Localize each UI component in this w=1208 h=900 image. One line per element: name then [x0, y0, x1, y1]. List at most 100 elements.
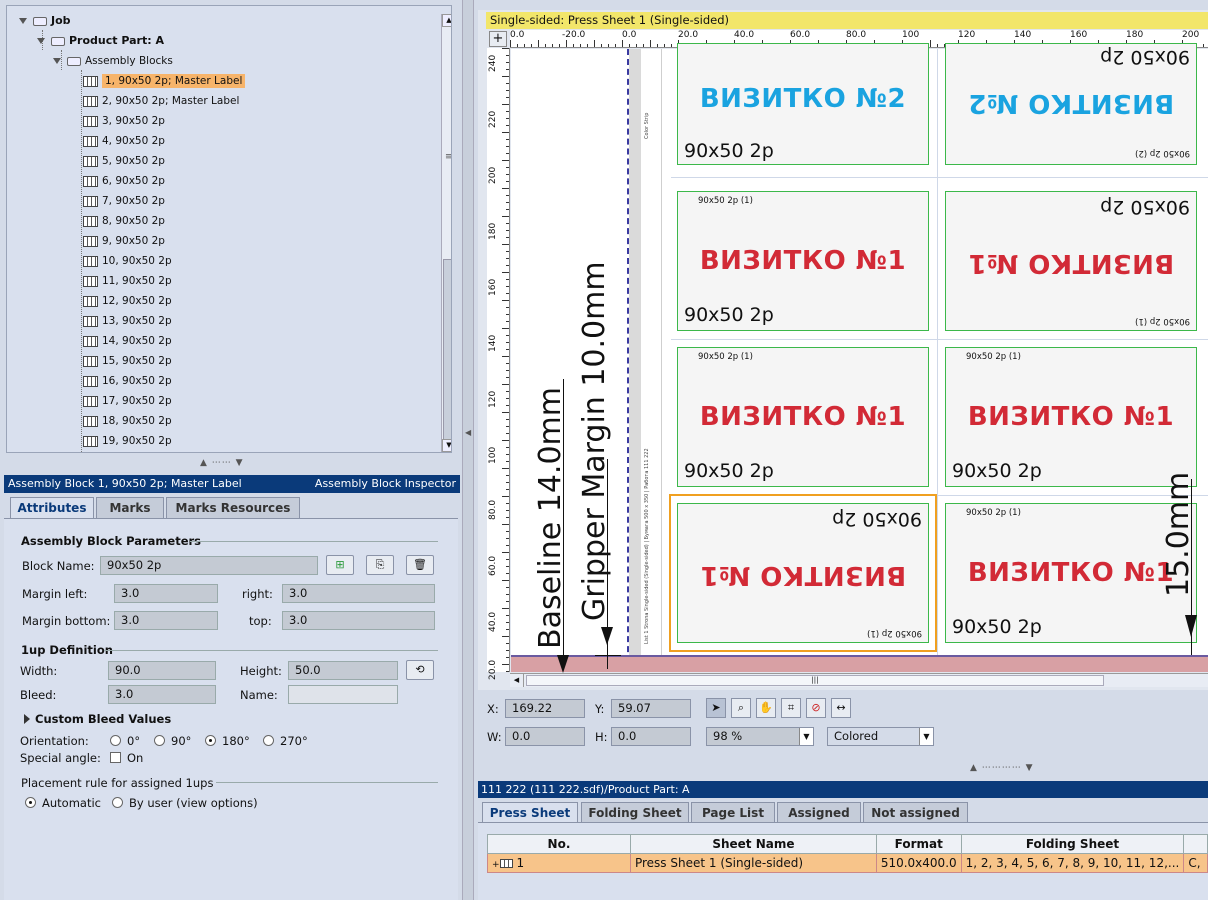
placement-automatic-radio[interactable] [25, 797, 36, 808]
ruler-tick-label: 140 [1014, 30, 1032, 40]
orientation-90-radio[interactable] [154, 735, 165, 746]
w-field[interactable]: 0.0 [505, 727, 585, 746]
tab-marks[interactable]: Marks [96, 497, 164, 518]
tab-folding-sheet[interactable]: Folding Sheet [581, 802, 689, 823]
tree-item-assembly-block[interactable]: 19, 90x50 2p [83, 432, 172, 450]
tab-page-list[interactable]: Page List [691, 802, 775, 823]
tree-item-assembly-block[interactable]: 12, 90x50 2p [83, 292, 172, 310]
tree-item-assembly-block[interactable]: 6, 90x50 2p [83, 172, 165, 190]
imposed-card[interactable]: 90x50 2p (1) ВИЗИТКО №1 90x50 2p [677, 191, 929, 331]
ruler-tick [506, 601, 509, 602]
column-header[interactable]: No. [487, 834, 631, 854]
view-mode-select[interactable]: Colored ▼ [827, 727, 934, 746]
imposed-card-selected[interactable]: 90x50 2p (1) ВИЗИТКО №1 90x50 2p [677, 503, 929, 643]
margin-bottom-field[interactable]: 3.0 [114, 611, 218, 630]
tree-item-assembly-block[interactable]: 3, 90x50 2p [83, 112, 165, 130]
imposed-card[interactable]: 90x50 2p (1) ВИЗИТКО №1 90x50 2p [945, 503, 1197, 643]
expand-arrow-icon[interactable] [19, 18, 27, 24]
orientation-270-radio[interactable] [263, 735, 274, 746]
height-field[interactable]: 50.0 [288, 661, 398, 680]
vertical-splitter[interactable] [462, 0, 474, 900]
bleed-field[interactable]: 3.0 [108, 685, 216, 704]
special-angle-checkbox[interactable] [110, 752, 121, 763]
tree-item-assembly-block[interactable]: 4, 90x50 2p [83, 132, 165, 150]
placement-user-radio[interactable] [112, 797, 123, 808]
zoom-icon[interactable]: ⌕ [731, 698, 751, 718]
tree-item-assembly-block[interactable]: 11, 90x50 2p [83, 272, 172, 290]
scroll-thumb[interactable] [443, 259, 451, 444]
imposed-card[interactable]: 90x50 2p (1) ВИЗИТКО №1 90x50 2p [945, 191, 1197, 331]
canvas-hscrollbar[interactable]: ◀ ||| [510, 673, 1208, 687]
name-field[interactable] [288, 685, 398, 704]
tab-marks-resources[interactable]: Marks Resources [166, 497, 300, 518]
tree-item-assembly-block[interactable]: 10, 90x50 2p [83, 252, 172, 270]
table-row[interactable]: +1 Press Sheet 1 (Single-sided) 510.0x40… [487, 853, 1208, 873]
custom-bleed-toggle[interactable]: Custom Bleed Values [35, 712, 171, 726]
column-header[interactable]: Sheet Name [629, 834, 877, 854]
imposed-card[interactable]: 90x50 2p (1) ВИЗИТКО №1 90x50 2p [945, 347, 1197, 487]
tab-press-sheet[interactable]: Press Sheet [482, 802, 578, 823]
tree-item-assembly-block[interactable]: 16, 90x50 2p [83, 372, 172, 390]
orientation-0-radio[interactable] [110, 735, 121, 746]
orientation-180-radio[interactable] [205, 735, 216, 746]
margin-right-field[interactable]: 3.0 [282, 584, 435, 603]
tree-item-assembly-block[interactable]: 18, 90x50 2p [83, 412, 172, 430]
expand-arrow-icon[interactable] [37, 38, 45, 44]
tree-node-product-part[interactable]: Product Part: A [37, 32, 164, 50]
expand-arrow-icon[interactable] [24, 714, 30, 724]
crop-icon[interactable]: ⌗ [781, 698, 801, 718]
x-field[interactable]: 169.22 [505, 699, 585, 718]
h-field[interactable]: 0.0 [611, 727, 691, 746]
chevron-down-icon[interactable]: ▼ [799, 728, 813, 745]
add-block-icon[interactable]: ⊞ [326, 555, 354, 575]
tab-assigned[interactable]: Assigned [777, 802, 861, 823]
hand-icon[interactable]: ✋ [756, 698, 776, 718]
tree-scrollbar[interactable]: ▲ ≡ ▼ [441, 14, 451, 452]
y-field[interactable]: 59.07 [611, 699, 691, 718]
press-sheet-canvas[interactable]: Baseline 14.0mm Gripper Margin 10.0mm Co… [511, 43, 1208, 673]
scroll-left-icon[interactable]: ◀ [510, 674, 524, 687]
margin-left-field[interactable]: 3.0 [114, 584, 218, 603]
tree-node-assembly-blocks[interactable]: Assembly Blocks [53, 52, 173, 70]
column-header[interactable]: Format [875, 834, 962, 854]
swap-dimensions-icon[interactable]: ⟲ [406, 660, 434, 680]
imposed-card[interactable]: ВИЗИТКО №2 90x50 2p [677, 43, 929, 165]
tab-attributes[interactable]: Attributes [10, 497, 94, 518]
tree-item-assembly-block[interactable]: 2, 90x50 2p; Master Label [83, 92, 239, 110]
tab-not-assigned[interactable]: Not assigned [863, 802, 968, 823]
tree-item-assembly-block[interactable]: 14, 90x50 2p [83, 332, 172, 350]
tree-item-assembly-block[interactable]: 9, 90x50 2p [83, 232, 165, 250]
open-folder-icon[interactable]: ⎘ [366, 555, 394, 575]
no-move-icon[interactable]: ⊘ [806, 698, 826, 718]
tree-item-assembly-block[interactable]: 7, 90x50 2p [83, 192, 165, 210]
expand-arrow-icon[interactable] [53, 58, 61, 64]
column-header[interactable]: Folding Sheet [960, 834, 1185, 854]
select-arrow-icon[interactable]: ➤ [706, 698, 726, 718]
chevron-down-icon[interactable]: ▼ [919, 728, 933, 745]
ruler-tick [615, 44, 616, 47]
tree-item-assembly-block[interactable]: 1, 90x50 2p; Master Label [83, 72, 246, 90]
column-header[interactable] [1183, 834, 1208, 854]
tree-item-assembly-block[interactable]: 17, 90x50 2p [83, 392, 172, 410]
margin-top-field[interactable]: 3.0 [282, 611, 435, 630]
tree-item-assembly-block[interactable]: 13, 90x50 2p [83, 312, 172, 330]
splitter-handle[interactable]: ▲ ⋯⋯⋯⋯ ▼ [970, 763, 1034, 773]
imposed-card[interactable]: 90x50 2p (1) ВИЗИТКО №1 90x50 2p [677, 347, 929, 487]
tree-item-assembly-block[interactable]: 5, 90x50 2p [83, 152, 165, 170]
tree-node-job[interactable]: Job [19, 12, 71, 30]
scroll-down-icon[interactable]: ▼ [442, 439, 451, 452]
imposed-card[interactable]: ВИЗИТКО №2 90x50 2p 90x50 2p (2) [945, 43, 1197, 165]
splitter-handle[interactable]: ▲ ⋯⋯ ▼ [200, 458, 244, 468]
trash-icon[interactable]: 🗑 [406, 555, 434, 575]
scroll-thumb[interactable]: ||| [526, 675, 1104, 686]
expand-plus-icon[interactable]: + [492, 860, 500, 870]
ruler-origin-icon[interactable]: + [489, 31, 507, 47]
block-name-field[interactable]: 90x50 2p [100, 556, 318, 575]
scroll-up-icon[interactable]: ▲ [442, 14, 451, 27]
fit-width-icon[interactable]: ↔ [831, 698, 851, 718]
collapse-left-icon[interactable]: ◀ [465, 428, 471, 437]
tree-item-assembly-block[interactable]: 15, 90x50 2p [83, 352, 172, 370]
width-field[interactable]: 90.0 [108, 661, 216, 680]
zoom-select[interactable]: 98 % ▼ [706, 727, 814, 746]
tree-item-assembly-block[interactable]: 8, 90x50 2p [83, 212, 165, 230]
